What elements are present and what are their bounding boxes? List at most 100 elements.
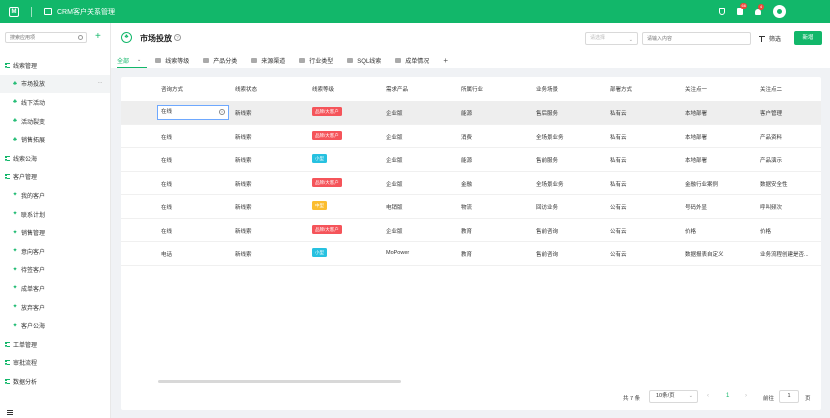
table-cell: 电销版 (386, 205, 403, 211)
sidebar-item-9[interactable]: ✦ 销售管理 (0, 223, 110, 242)
app-logo-icon[interactable]: M (9, 6, 19, 17)
cell-value: 在线 (161, 109, 173, 115)
select-placeholder: 请选择 (590, 35, 606, 41)
sidebar-item-label: 工单管理 (13, 342, 38, 349)
sidebar-add-button[interactable]: + (95, 31, 101, 43)
column-header[interactable]: 部署方式 (610, 85, 632, 93)
avatar[interactable] (773, 5, 786, 18)
add-tab-button[interactable]: + (443, 52, 448, 68)
sidebar-item-3[interactable]: ♣ 活动裂变 (0, 112, 110, 131)
table-cell: 企业版 (386, 158, 403, 164)
sidebar-item-7[interactable]: ✦ 我的客户 (0, 186, 110, 205)
help-icon[interactable]: ? (174, 34, 181, 41)
column-header[interactable]: 业务场景 (536, 85, 558, 93)
sidebar-group-16[interactable]: 审批流程 (0, 354, 110, 373)
target-icon: ✦ (12, 211, 18, 218)
chevron-down-icon[interactable]: ⌄ (137, 57, 141, 63)
prev-page-button[interactable]: ‹ (707, 393, 709, 399)
goto-page-input[interactable]: 1 (779, 390, 799, 403)
table-row[interactable]: 在线 新线索 品牌/大客户 企业版 教育 售前咨询 公有云 价格 价格 (121, 219, 821, 242)
sidebar-group-5[interactable]: 线索公海 (0, 149, 110, 168)
tab-1[interactable]: 线索等级 (155, 52, 189, 68)
table-row[interactable]: 在线 新线索 品牌/大客户 企业版 金融 全场景业务 私有云 金融行业案例 数据安全性 (121, 172, 821, 195)
target-icon: ✦ (12, 229, 18, 236)
table-cell: 在线 (161, 228, 173, 235)
sidebar-item-10[interactable]: ✦ 意向客户 (0, 242, 110, 261)
sidebar-item-14[interactable]: ✦ 客户公海 (0, 316, 110, 335)
sidebar-item-4[interactable]: ♣ 销售拓展 (0, 130, 110, 149)
target-icon: ✦ (12, 322, 18, 329)
next-page-button[interactable]: › (745, 393, 747, 399)
page-unit-label: 页 (805, 396, 811, 402)
page-size-value: 10条/页 (656, 393, 675, 399)
table-row[interactable]: 在线 新线索 小型 企业版 能源 售前服务 私有云 本地部署 产品演示 (121, 148, 821, 172)
table-row[interactable]: 电话 新线索 小型 MoPower 教育 售前咨询 公有云 数据报表自定义 业务流程创建是否..… (121, 242, 821, 266)
tab-6[interactable]: 成单情况 (395, 52, 429, 68)
list-icon (5, 174, 10, 180)
table-cell: 客户管理 (760, 111, 783, 117)
table-cell: 企业版 (386, 111, 403, 117)
column-header[interactable]: 线索等级 (312, 85, 334, 93)
horizontal-scrollbar[interactable] (158, 380, 401, 383)
sidebar-group-6[interactable]: 客户管理 (0, 168, 110, 187)
new-button[interactable]: 新增 (794, 31, 822, 45)
table-cell: 能源 (461, 111, 473, 117)
tab-0[interactable]: 全部 ⌄ (117, 52, 148, 68)
sidebar-search-input[interactable] (5, 32, 87, 43)
target-icon: ✦ (12, 248, 18, 255)
sidebar-group-15[interactable]: 工单管理 (0, 335, 110, 354)
top-bar: M CRM客户关系管理 66 4 (0, 0, 830, 23)
search-icon[interactable] (78, 34, 83, 40)
shield-icon[interactable] (719, 8, 725, 15)
page-number-current[interactable]: 1 (726, 393, 729, 399)
lead-level-tag: 小型 (312, 154, 327, 163)
sidebar-item-13[interactable]: ✦ 放弃客户 (0, 298, 110, 317)
table-row[interactable]: 在线 新线索 中型 电销版 物流 回访业务 公有云 号码外显 呼叫频次 (121, 195, 821, 219)
table-cell: 教育 (461, 252, 473, 258)
tab-2[interactable]: 产品分类 (203, 52, 237, 68)
filter-button[interactable]: 筛选 (759, 34, 781, 43)
table-cell: 在线 (161, 205, 173, 211)
table-cell: 新线索 (235, 181, 252, 188)
column-header[interactable]: 关注点二 (760, 85, 782, 93)
column-header[interactable]: 所属行业 (461, 85, 483, 93)
sidebar-item-2[interactable]: ♣ 线下活动 (0, 93, 110, 112)
column-header[interactable]: 咨询方式 (161, 85, 183, 93)
table-cell: 新线索 (235, 158, 252, 164)
table-row[interactable]: 在线 × 新线索 品牌/大客户 企业版 能源 售后服务 私有云 本地部署 客户管理 (121, 101, 821, 125)
target-icon: ✦ (12, 285, 18, 292)
select-dropdown[interactable]: 请选择 ⌄ (585, 32, 638, 45)
table-cell: 价格 (760, 228, 772, 235)
sidebar-item-8[interactable]: ✦ 联系计划 (0, 205, 110, 224)
table-cell: 新线索 (235, 228, 252, 235)
editing-cell-input[interactable]: 在线 × (157, 105, 229, 120)
tab-3[interactable]: 来源渠道 (251, 52, 285, 68)
lead-level-tag: 品牌/大客户 (312, 107, 342, 116)
keyword-search-input[interactable] (642, 32, 751, 45)
sidebar-item-label: 销售管理 (21, 231, 46, 238)
column-header[interactable]: 线索状态 (235, 85, 257, 93)
sidebar-group-0[interactable]: 线索管理 (0, 56, 110, 75)
chevron-down-icon: ⌄ (628, 37, 633, 43)
sidebar-item-12[interactable]: ✦ 成单客户 (0, 279, 110, 298)
tab-4[interactable]: 行业类型 (299, 52, 333, 68)
clear-icon[interactable]: × (219, 109, 225, 115)
tab-label: 行业类型 (309, 58, 334, 65)
sidebar-item-1[interactable]: ♣ 市场投放 ··· (0, 74, 110, 94)
more-icon[interactable]: ··· (98, 80, 103, 86)
column-header[interactable]: 需求产品 (386, 85, 408, 93)
table-row[interactable]: 在线 新线索 品牌/大客户 企业版 消费 全场景业务 私有云 本地部署 产品资料 (121, 125, 821, 148)
document-icon[interactable]: 66 (737, 3, 748, 15)
bell-icon[interactable]: 4 (755, 3, 764, 15)
tab-5[interactable]: SQL线索 (347, 52, 381, 68)
app-window-icon (44, 8, 52, 15)
menu-collapse-icon[interactable] (7, 410, 13, 415)
lead-level-tag: 品牌/大客户 (312, 177, 342, 187)
sidebar-item-11[interactable]: ✦ 待签客户 (0, 261, 110, 280)
column-header[interactable]: 关注点一 (685, 85, 707, 93)
sidebar-item-label: 销售拓展 (21, 138, 46, 145)
table-cell: 新线索 (235, 205, 252, 211)
sidebar-group-17[interactable]: 数据分析 (0, 372, 110, 391)
cluster-icon: ♣ (13, 99, 17, 106)
page-size-select[interactable]: 10条/页 ⌄ (649, 390, 698, 403)
